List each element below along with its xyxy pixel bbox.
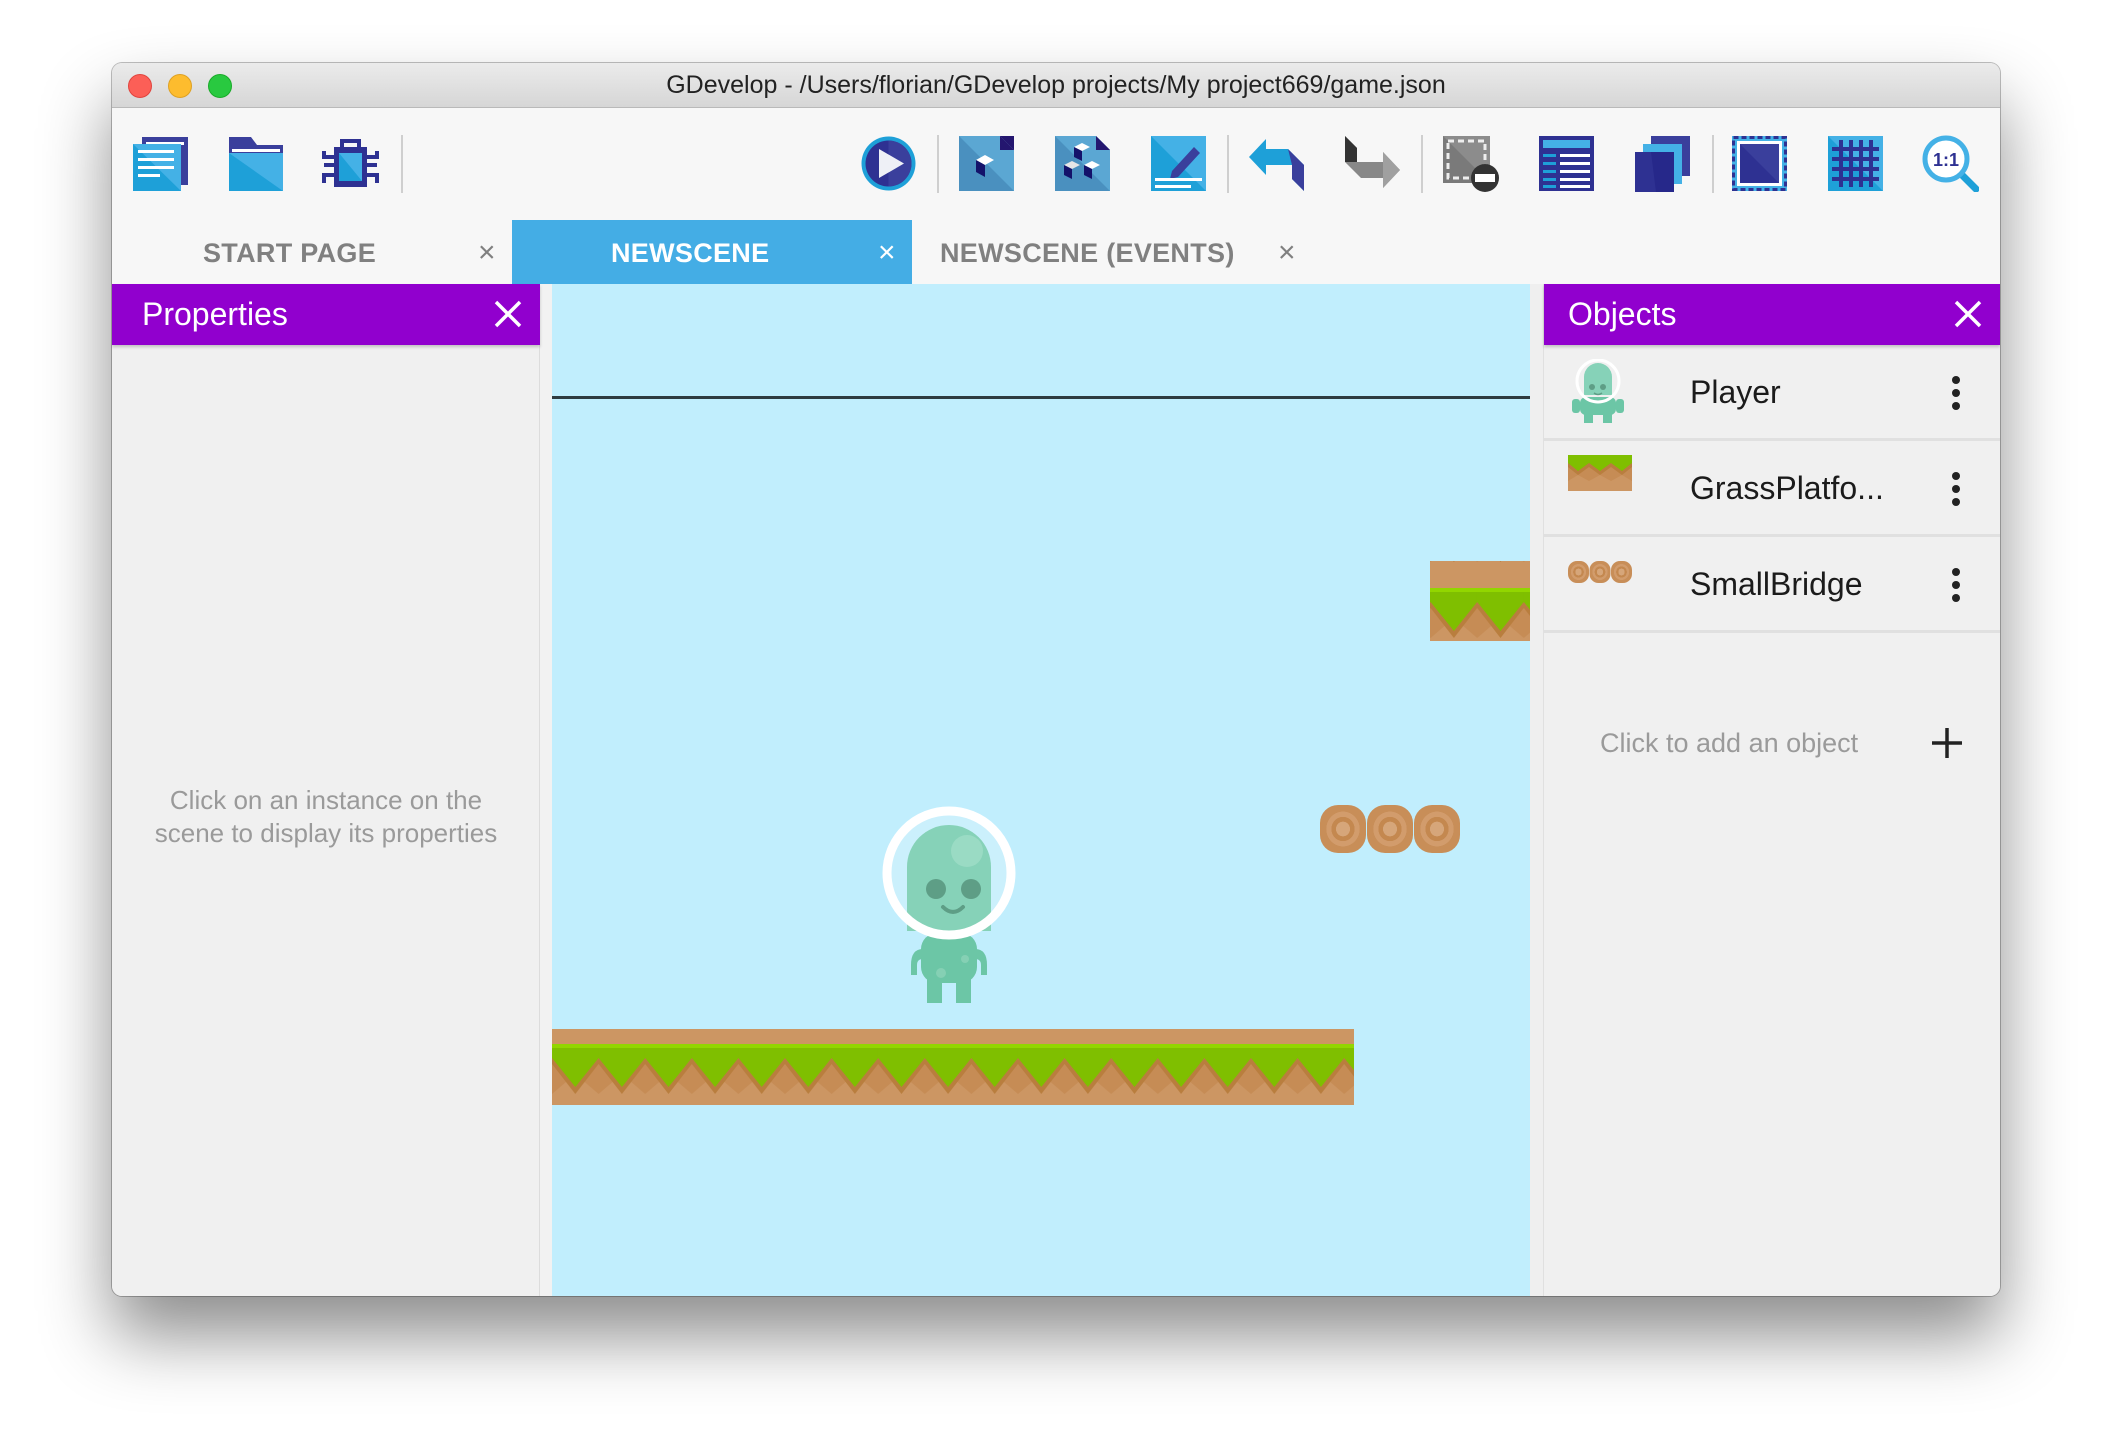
zoom-reset-button[interactable]: 1:1	[1922, 135, 1979, 192]
close-icon[interactable]	[1952, 298, 1984, 330]
toolbar-separator	[1712, 135, 1714, 193]
scene-view	[552, 396, 1530, 1105]
objects-panel-header: Objects	[1544, 284, 2000, 345]
redo-button[interactable]	[1344, 135, 1401, 192]
object-name: Player	[1690, 374, 1781, 410]
player-instance[interactable]	[882, 806, 1016, 1003]
grid-button[interactable]	[1827, 135, 1884, 192]
tab-close-icon[interactable]: ×	[1278, 220, 1296, 284]
zoom-reset-icon: 1:1	[1922, 135, 1979, 192]
title-bar: GDevelop - /Users/florian/GDevelop proje…	[112, 63, 2000, 108]
layers-button[interactable]	[1634, 135, 1691, 192]
edit-properties-button[interactable]	[1150, 135, 1207, 192]
object-list-item[interactable]: SmallBridge	[1544, 537, 2000, 633]
undo-button[interactable]	[1248, 135, 1305, 192]
add-object-button[interactable]: Click to add an object	[1544, 698, 2000, 788]
instances-list-icon	[1539, 136, 1594, 191]
properties-empty-message: Click on an instance on the scene to dis…	[112, 784, 540, 850]
preview-play-icon	[861, 136, 916, 191]
redo-icon	[1345, 136, 1400, 188]
grid-icon	[1828, 136, 1883, 191]
small-bridge-instance[interactable]	[1320, 805, 1460, 853]
project-manager-button[interactable]	[132, 135, 189, 192]
toolbar-separator	[937, 135, 939, 193]
delete-selection-icon	[1443, 136, 1499, 192]
panel-resize-handle[interactable]	[1530, 284, 1544, 1296]
main-toolbar: 1:1	[112, 108, 2000, 220]
grass-platform-instance[interactable]	[1430, 561, 1530, 641]
object-list-item[interactable]: Player	[1544, 345, 2000, 441]
object-name: GrassPlatfo...	[1690, 470, 1884, 506]
delete-selection-button[interactable]	[1442, 135, 1499, 192]
svg-text:1:1: 1:1	[1933, 150, 1959, 170]
undo-icon	[1249, 139, 1304, 191]
scene-canvas[interactable]	[552, 284, 1530, 1296]
empty-message-line: scene to display its properties	[154, 818, 498, 848]
open-folder-icon	[229, 137, 283, 191]
tab-start-page[interactable]: START PAGE ×	[112, 220, 512, 284]
scene-window-boundary	[552, 396, 1530, 399]
object-name: SmallBridge	[1690, 566, 1863, 602]
edit-properties-icon	[1151, 136, 1206, 191]
tab-label: NEWSCENE	[611, 238, 770, 268]
properties-panel: Properties Click on an instance on the s…	[112, 284, 540, 1296]
layers-icon	[1635, 136, 1690, 192]
object-groups-button[interactable]	[1054, 135, 1111, 192]
project-manager-icon	[133, 137, 188, 191]
panel-resize-handle[interactable]	[540, 284, 552, 1296]
more-options-icon[interactable]	[1944, 471, 1968, 507]
tab-newscene-events[interactable]: NEWSCENE (EVENTS) ×	[912, 220, 1312, 284]
tab-label: START PAGE	[203, 238, 377, 268]
toolbar-separator	[1421, 135, 1423, 193]
instances-list-button[interactable]	[1538, 135, 1595, 192]
app-window: GDevelop - /Users/florian/GDevelop proje…	[112, 63, 2000, 1296]
window-mask-button[interactable]	[1731, 135, 1788, 192]
player-thumbnail-icon	[1572, 359, 1624, 423]
grass-platform-instance[interactable]	[552, 1029, 1354, 1105]
toolbar-separator	[1227, 135, 1229, 193]
objects-list-icon	[959, 136, 1014, 191]
debugger-bug-icon	[322, 139, 379, 187]
tab-close-icon[interactable]: ×	[478, 220, 496, 284]
open-project-button[interactable]	[227, 135, 284, 192]
panel-title: Properties	[142, 296, 288, 332]
toolbar-separator	[401, 135, 403, 193]
empty-message-line: Click on an instance on the	[169, 785, 483, 815]
properties-panel-header: Properties	[112, 284, 540, 345]
more-options-icon[interactable]	[1944, 567, 1968, 603]
tab-newscene[interactable]: NEWSCENE ×	[512, 220, 912, 284]
debugger-button[interactable]	[322, 135, 379, 192]
objects-panel: Objects Player GrassPlatfo... SmallBridg…	[1544, 284, 2000, 1296]
more-options-icon[interactable]	[1944, 375, 1968, 411]
object-groups-icon	[1055, 136, 1110, 191]
editor-tabs: START PAGE × NEWSCENE × NEWSCENE (EVENTS…	[112, 220, 2000, 284]
panel-title: Objects	[1568, 296, 1677, 332]
window-title: GDevelop - /Users/florian/GDevelop proje…	[666, 71, 1446, 99]
window-mask-icon	[1732, 136, 1787, 191]
tab-label: NEWSCENE (EVENTS)	[940, 238, 1235, 268]
tab-close-icon[interactable]: ×	[878, 220, 896, 284]
close-icon[interactable]	[492, 298, 524, 330]
small-bridge-thumbnail-icon	[1568, 561, 1632, 583]
plus-icon	[1932, 728, 1962, 758]
add-object-label: Click to add an object	[1600, 728, 1859, 758]
preview-button[interactable]	[860, 135, 917, 192]
object-list-item[interactable]: GrassPlatfo...	[1544, 441, 2000, 537]
grass-platform-thumbnail-icon	[1568, 455, 1632, 491]
objects-editor-button[interactable]	[958, 135, 1015, 192]
